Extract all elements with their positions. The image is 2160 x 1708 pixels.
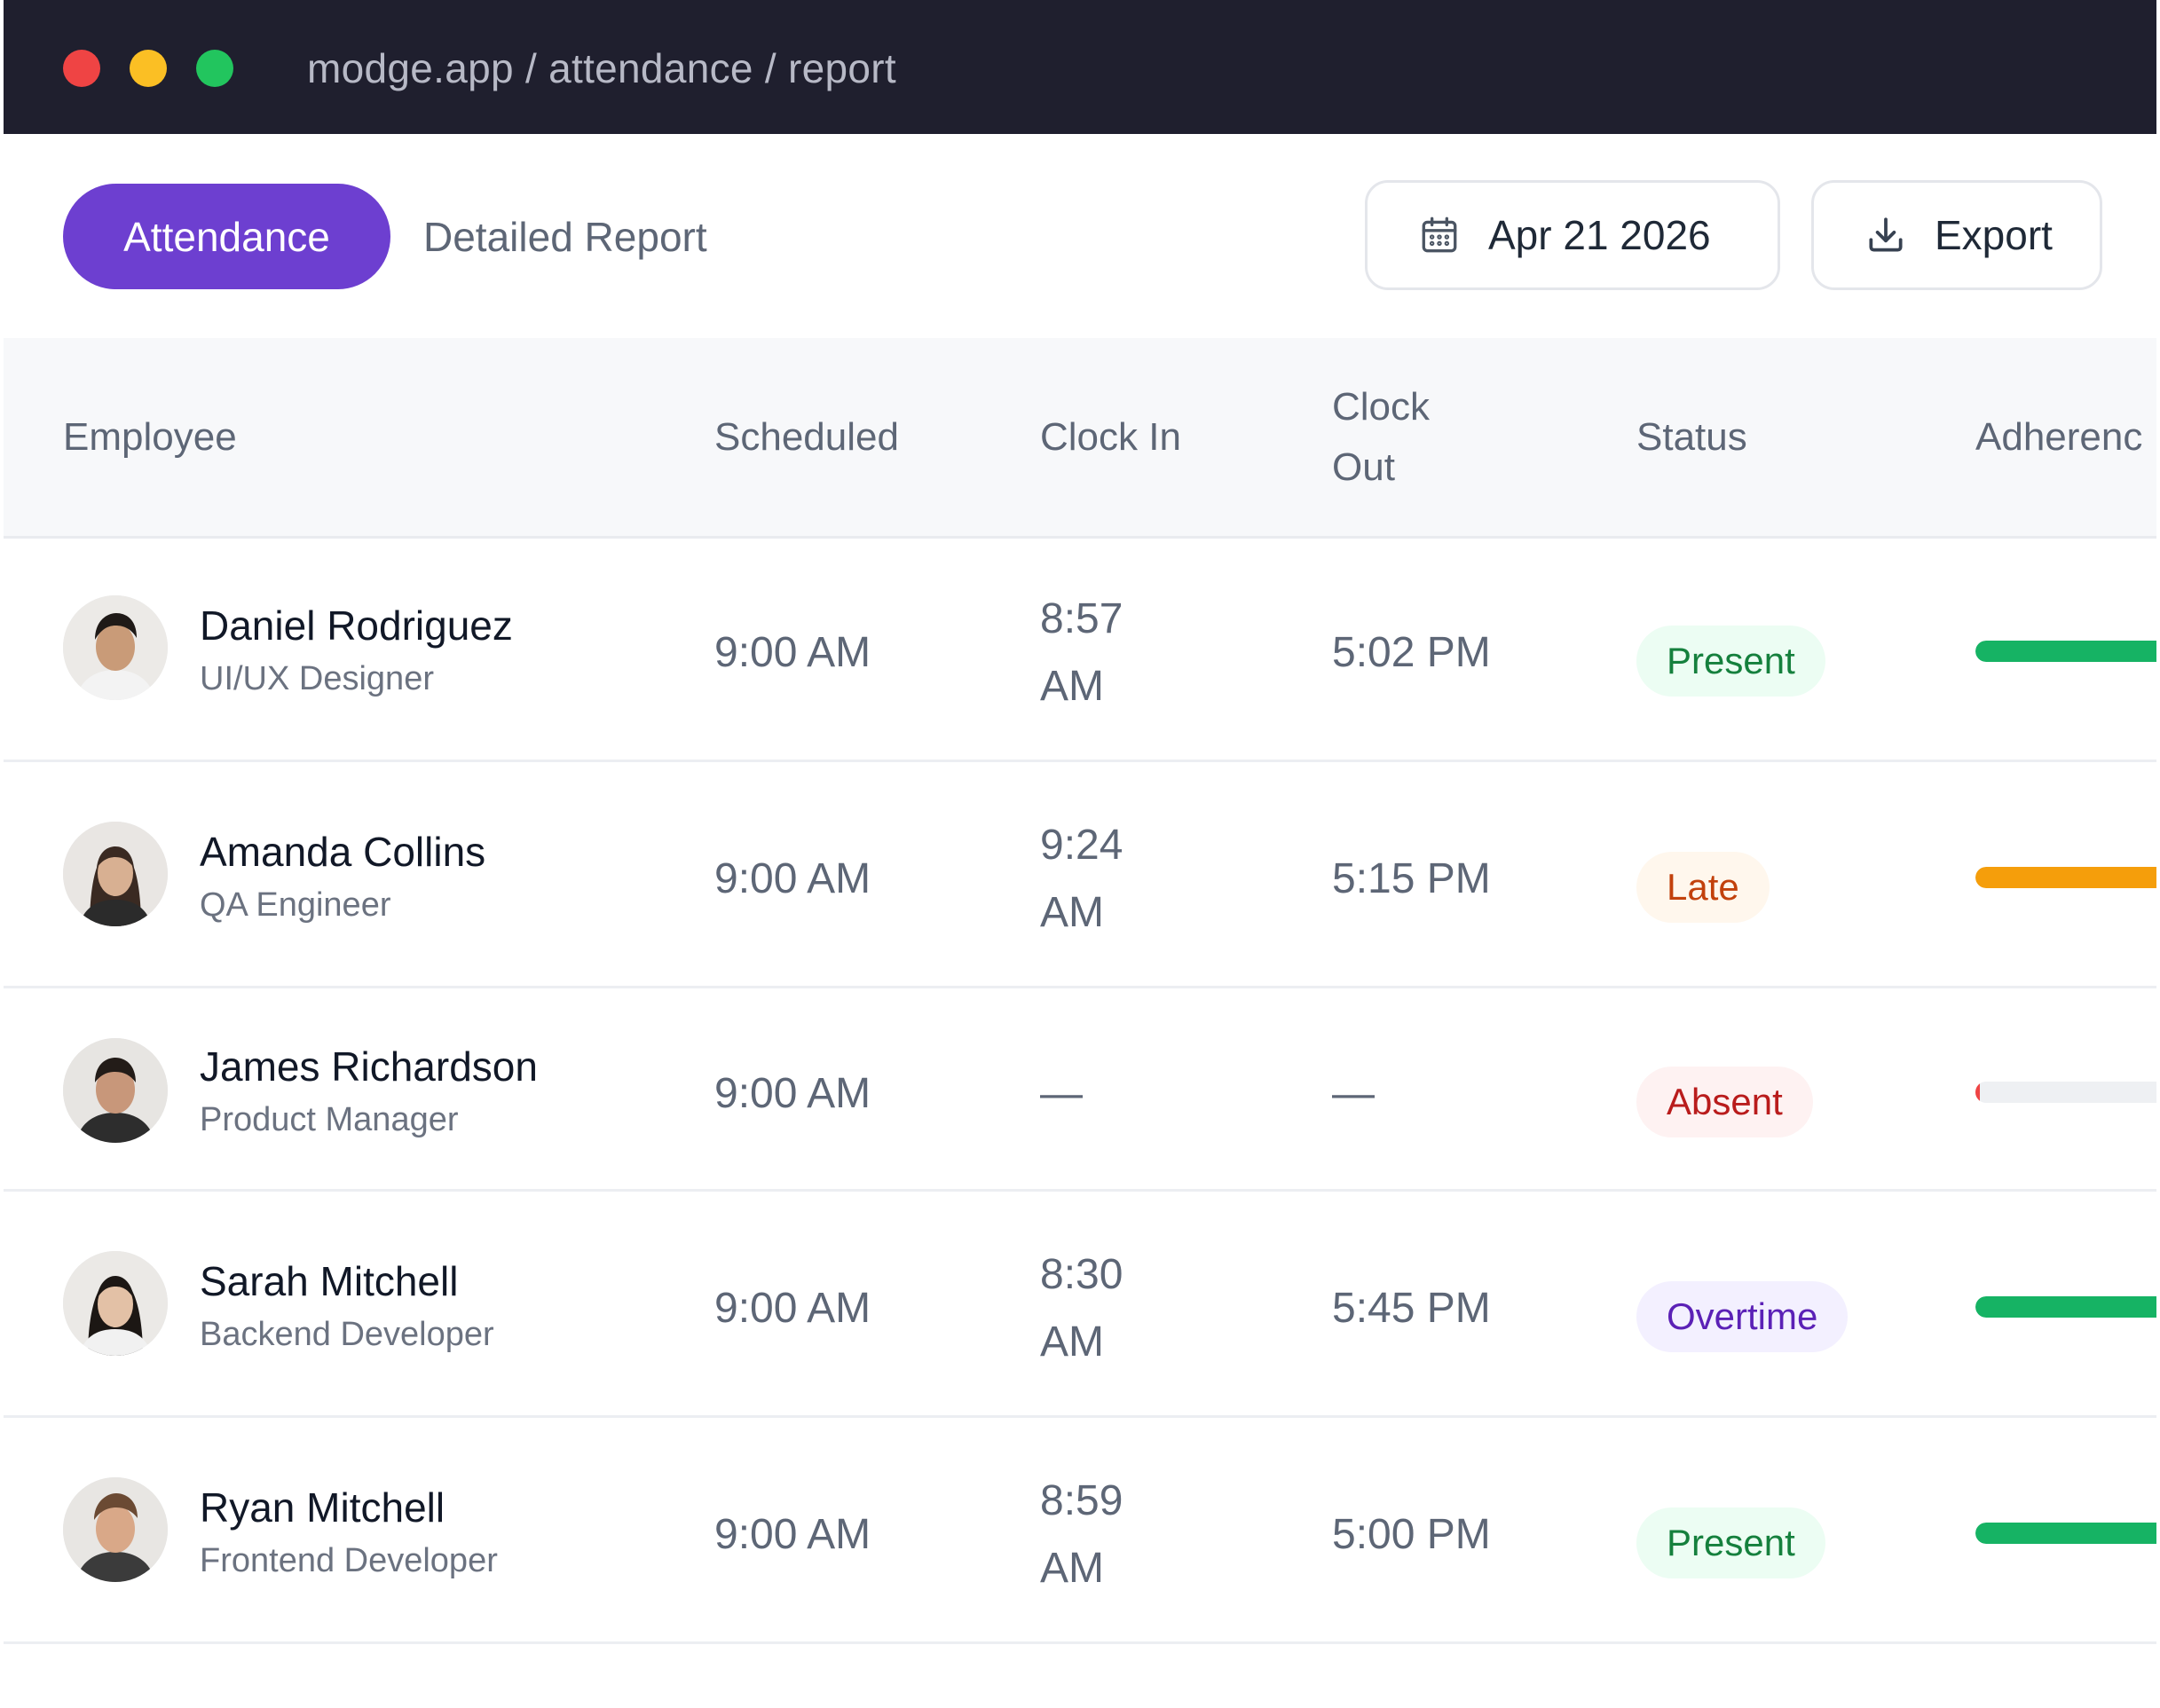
- clock-in-time: 8:57 AM: [1040, 595, 1123, 710]
- app-window: modge.app / attendance / report Attendan…: [4, 0, 2156, 1708]
- scheduled-time: 9:00 AM: [714, 855, 871, 902]
- adherence-fill: [1975, 1082, 1981, 1103]
- avatar: [63, 595, 168, 700]
- adherence-bar: [1975, 641, 2156, 662]
- url-breadcrumb: modge.app / attendance / report: [307, 45, 896, 91]
- export-label: Export: [1935, 212, 2053, 258]
- clock-in-time: 8:30 AM: [1040, 1251, 1123, 1366]
- table-header: Employee Scheduled Clock In Clock Out St…: [4, 338, 2156, 539]
- avatar: [63, 1477, 168, 1582]
- adherence-fill: [1975, 641, 2156, 662]
- status-badge: Late: [1636, 852, 1770, 923]
- adherence-bar: [1975, 1523, 2156, 1544]
- column-header-employee[interactable]: Employee: [63, 407, 237, 468]
- column-header-scheduled[interactable]: Scheduled: [714, 407, 899, 468]
- download-icon: [1864, 213, 1908, 257]
- scheduled-time: 9:00 AM: [714, 1511, 871, 1558]
- clock-out-time: 5:00 PM: [1332, 1511, 1491, 1558]
- status-badge: Present: [1636, 1507, 1825, 1578]
- employee-name[interactable]: Amanda Collins: [200, 825, 485, 878]
- employee-name[interactable]: Ryan Mitchell: [200, 1481, 445, 1534]
- scheduled-time: 9:00 AM: [714, 1285, 871, 1332]
- close-window-dot[interactable]: [63, 50, 100, 87]
- export-button[interactable]: Export: [1811, 180, 2102, 290]
- table-row[interactable]: Sarah Mitchell Backend Developer 9:00 AM…: [4, 1192, 2156, 1418]
- scheduled-time: 9:00 AM: [714, 629, 871, 676]
- employee-role: QA Engineer: [200, 886, 391, 924]
- minimize-window-dot[interactable]: [130, 50, 167, 87]
- avatar: [63, 1251, 168, 1356]
- clock-in-time: —: [1040, 1070, 1083, 1117]
- clock-out-time: 5:02 PM: [1332, 629, 1491, 676]
- tab-attendance[interactable]: Attendance: [63, 184, 390, 289]
- maximize-window-dot[interactable]: [196, 50, 233, 87]
- table-row[interactable]: Ryan Mitchell Frontend Developer 9:00 AM…: [4, 1418, 2156, 1644]
- avatar: [63, 822, 168, 926]
- clock-out-time: —: [1332, 1070, 1375, 1117]
- adherence-bar: [1975, 867, 2156, 888]
- employee-role: Backend Developer: [200, 1316, 494, 1353]
- table-row[interactable]: Daniel Rodriguez UI/UX Designer 9:00 AM …: [4, 536, 2156, 762]
- status-badge: Absent: [1636, 1067, 1813, 1137]
- adherence-bar: [1975, 1296, 2156, 1318]
- calendar-icon: [1417, 213, 1462, 257]
- employee-name[interactable]: James Richardson: [200, 1040, 538, 1093]
- status-badge: Overtime: [1636, 1281, 1849, 1352]
- column-header-status[interactable]: Status: [1636, 407, 1747, 468]
- adherence-fill: [1975, 1296, 2156, 1318]
- adherence-fill: [1975, 1523, 2156, 1544]
- date-picker-button[interactable]: Apr 21 2026: [1365, 180, 1780, 290]
- browser-titlebar: modge.app / attendance / report: [4, 0, 2156, 134]
- toolbar: Attendance Detailed Report Apr 21 2026 E…: [4, 134, 2156, 341]
- employee-name[interactable]: Daniel Rodriguez: [200, 599, 513, 652]
- employee-role: UI/UX Designer: [200, 660, 434, 697]
- employee-role: Product Manager: [200, 1101, 459, 1138]
- adherence-fill: [1975, 867, 2156, 888]
- column-header-clock-out[interactable]: Clock Out: [1332, 377, 1456, 498]
- status-badge: Present: [1636, 626, 1825, 697]
- clock-out-time: 5:15 PM: [1332, 855, 1491, 902]
- avatar: [63, 1038, 168, 1143]
- scheduled-time: 9:00 AM: [714, 1070, 871, 1117]
- column-header-adherence[interactable]: Adherenc: [1975, 407, 2142, 468]
- employee-name[interactable]: Sarah Mitchell: [200, 1255, 458, 1308]
- adherence-bar: [1975, 1082, 2156, 1103]
- employee-role: Frontend Developer: [200, 1542, 498, 1579]
- date-label: Apr 21 2026: [1488, 212, 1711, 258]
- clock-in-time: 8:59 AM: [1040, 1477, 1123, 1592]
- table-row[interactable]: Amanda Collins QA Engineer 9:00 AM 9:24 …: [4, 762, 2156, 988]
- clock-out-time: 5:45 PM: [1332, 1285, 1491, 1332]
- tab-detailed-report[interactable]: Detailed Report: [423, 184, 707, 289]
- table-row[interactable]: James Richardson Product Manager 9:00 AM…: [4, 988, 2156, 1192]
- column-header-clock-in[interactable]: Clock In: [1040, 407, 1181, 468]
- clock-in-time: 9:24 AM: [1040, 822, 1123, 936]
